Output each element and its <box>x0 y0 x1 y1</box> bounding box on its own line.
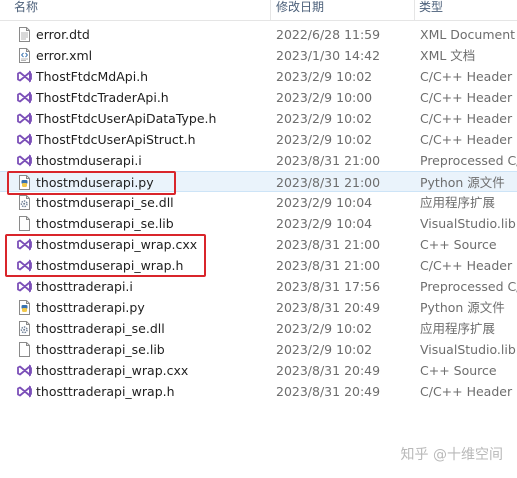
visual-studio-icon <box>17 258 32 273</box>
file-name: thosttraderapi_se.lib <box>36 342 165 357</box>
file-row[interactable]: ThostFtdcUserApiDataType.h 2023/2/9 10:02… <box>0 108 517 129</box>
visual-studio-icon <box>17 132 32 147</box>
file-type: C/C++ Header <box>420 111 513 126</box>
file-type: XML 文档 <box>420 48 476 63</box>
file-modified-date: 2023/8/31 21:00 <box>276 175 381 190</box>
file-row[interactable]: thosttraderapi_se.dll 2023/2/9 10:02 应用程序扩… <box>0 318 517 339</box>
dll-gear-icon <box>17 321 32 336</box>
visual-studio-icon <box>17 237 32 252</box>
column-header-type[interactable]: 类型 <box>415 0 515 20</box>
file-name: thostmduserapi_wrap.cxx <box>36 237 198 252</box>
file-explorer: 名称 修改日期 类型 error.dtd 2022/6/28 11:59 XML D… <box>0 0 517 478</box>
file-modified-date: 2023/8/31 21:00 <box>276 153 381 168</box>
file-modified-date: 2023/2/9 10:04 <box>276 195 373 210</box>
file-modified-date: 2023/2/9 10:02 <box>276 321 373 336</box>
file-type: C++ Source <box>420 363 497 378</box>
file-type: VisualStudio.lib... <box>420 216 517 231</box>
python-file-icon <box>17 300 32 315</box>
file-name: ThostFtdcUserApiDataType.h <box>36 111 217 126</box>
file-row[interactable]: thosttraderapi.py 2023/8/31 20:49 Python 源… <box>0 297 517 318</box>
file-name: thostmduserapi.py <box>36 175 154 190</box>
dll-gear-icon <box>17 195 32 210</box>
file-row[interactable]: thosttraderapi_se.lib 2023/2/9 10:02 Visua… <box>0 339 517 360</box>
file-type: C/C++ Header <box>420 90 513 105</box>
file-modified-date: 2023/8/31 20:49 <box>276 384 381 399</box>
file-name: error.dtd <box>36 27 90 42</box>
file-type: 应用程序扩展 <box>420 321 496 336</box>
visual-studio-icon <box>17 363 32 378</box>
file-modified-date: 2023/8/31 21:00 <box>276 258 381 273</box>
file-modified-date: 2023/1/30 14:42 <box>276 48 381 63</box>
xml-document-icon <box>17 48 32 63</box>
file-modified-date: 2023/2/9 10:02 <box>276 342 373 357</box>
file-row[interactable]: thostmduserapi_wrap.cxx 2023/8/31 21:00 C+… <box>0 234 517 255</box>
file-list: error.dtd 2022/6/28 11:59 XML Document ...… <box>0 24 517 402</box>
file-name: thosttraderapi_wrap.h <box>36 384 175 399</box>
file-name: ThostFtdcTraderApi.h <box>36 90 169 105</box>
blank-file-icon <box>17 342 32 357</box>
visual-studio-icon <box>17 153 32 168</box>
visual-studio-icon <box>17 279 32 294</box>
file-type: Preprocessed C/ <box>420 279 517 294</box>
file-modified-date: 2022/6/28 11:59 <box>276 27 381 42</box>
file-type: Preprocessed C/ <box>420 153 517 168</box>
file-row[interactable]: thostmduserapi.py 2023/8/31 21:00 Python 源… <box>0 171 517 192</box>
file-type: VisualStudio.lib... <box>420 342 517 357</box>
file-name: thosttraderapi_se.dll <box>36 321 165 336</box>
file-modified-date: 2023/2/9 10:00 <box>276 90 373 105</box>
file-row[interactable]: error.xml 2023/1/30 14:42 XML 文档 <box>0 45 517 66</box>
file-type: C/C++ Header <box>420 258 513 273</box>
file-modified-date: 2023/2/9 10:02 <box>276 132 373 147</box>
file-name: thostmduserapi_wrap.h <box>36 258 184 273</box>
file-name: thosttraderapi_wrap.cxx <box>36 363 189 378</box>
file-row[interactable]: ThostFtdcUserApiStruct.h 2023/2/9 10:02 C/… <box>0 129 517 150</box>
column-header-name[interactable]: 名称 <box>10 0 270 20</box>
file-modified-date: 2023/8/31 17:56 <box>276 279 381 294</box>
file-name: thosttraderapi.py <box>36 300 145 315</box>
file-type: 应用程序扩展 <box>420 195 496 210</box>
file-row[interactable]: error.dtd 2022/6/28 11:59 XML Document ... <box>0 24 517 45</box>
file-name: ThostFtdcUserApiStruct.h <box>36 132 196 147</box>
file-modified-date: 2023/2/9 10:02 <box>276 69 373 84</box>
file-modified-date: 2023/2/9 10:04 <box>276 216 373 231</box>
file-type: C++ Source <box>420 237 497 252</box>
file-type: C/C++ Header <box>420 384 513 399</box>
visual-studio-icon <box>17 111 32 126</box>
file-modified-date: 2023/8/31 21:00 <box>276 237 381 252</box>
file-name: thostmduserapi_se.lib <box>36 216 174 231</box>
file-type: Python 源文件 <box>420 175 505 190</box>
file-row[interactable]: thosttraderapi.i 2023/8/31 17:56 Preproces… <box>0 276 517 297</box>
file-row[interactable]: thostmduserapi_wrap.h 2023/8/31 21:00 C/C+… <box>0 255 517 276</box>
file-row[interactable]: ThostFtdcMdApi.h 2023/2/9 10:02 C/C++ Head… <box>0 66 517 87</box>
document-icon <box>17 27 32 42</box>
visual-studio-icon <box>17 90 32 105</box>
visual-studio-icon <box>17 384 32 399</box>
watermark-text: 知乎 @十维空间 <box>400 447 503 463</box>
file-type: Python 源文件 <box>420 300 505 315</box>
file-modified-date: 2023/2/9 10:02 <box>276 111 373 126</box>
column-divider[interactable] <box>270 0 271 20</box>
file-type: C/C++ Header <box>420 132 513 147</box>
file-name: thostmduserapi_se.dll <box>36 195 174 210</box>
visual-studio-icon <box>17 69 32 84</box>
column-header-bar: 名称 修改日期 类型 <box>0 0 517 21</box>
python-file-icon <box>17 175 32 190</box>
file-type: XML Document ... <box>420 27 517 42</box>
file-modified-date: 2023/8/31 20:49 <box>276 363 381 378</box>
file-type: C/C++ Header <box>420 69 513 84</box>
blank-file-icon <box>17 216 32 231</box>
column-header-date[interactable]: 修改日期 <box>272 0 412 20</box>
file-row[interactable]: thostmduserapi.i 2023/8/31 21:00 Preproces… <box>0 150 517 171</box>
file-name: ThostFtdcMdApi.h <box>36 69 149 84</box>
file-row[interactable]: thosttraderapi_wrap.cxx 2023/8/31 20:49 C+… <box>0 360 517 381</box>
file-name: error.xml <box>36 48 93 63</box>
file-row[interactable]: thosttraderapi_wrap.h 2023/8/31 20:49 C/C+… <box>0 381 517 402</box>
file-row[interactable]: thostmduserapi_se.dll 2023/2/9 10:04 应用程序扩… <box>0 192 517 213</box>
file-row[interactable]: ThostFtdcTraderApi.h 2023/2/9 10:00 C/C++ … <box>0 87 517 108</box>
file-row[interactable]: thostmduserapi_se.lib 2023/2/9 10:04 Visua… <box>0 213 517 234</box>
file-name: thosttraderapi.i <box>36 279 133 294</box>
file-modified-date: 2023/8/31 20:49 <box>276 300 381 315</box>
file-name: thostmduserapi.i <box>36 153 142 168</box>
